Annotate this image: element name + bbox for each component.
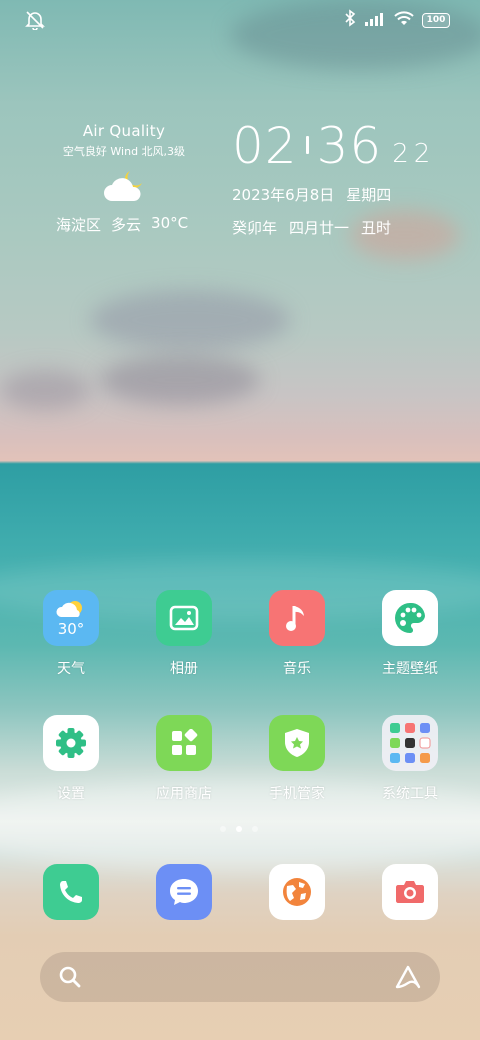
app-phone-manager[interactable]: 手机管家: [247, 715, 347, 803]
clock-date: 2023年6月8日: [232, 186, 335, 204]
wallpaper-cloud: [90, 290, 290, 350]
folder-icon: [382, 715, 438, 771]
dock-browser[interactable]: [269, 864, 325, 920]
app-label: 手机管家: [269, 786, 325, 802]
settings-gear-icon: [43, 715, 99, 771]
clock-second: 22: [392, 139, 436, 169]
app-label: 天气: [57, 661, 85, 677]
status-bar: 100: [0, 0, 480, 40]
clock-minute: 36: [316, 117, 383, 175]
assistant-icon[interactable]: [394, 964, 422, 994]
app-weather[interactable]: 30° 天气: [21, 590, 121, 678]
app-label: 主题壁纸: [382, 661, 438, 677]
weather-icon-temp: 30°: [57, 620, 85, 638]
lunar-hour: 丑时: [361, 219, 392, 237]
gallery-icon: [156, 590, 212, 646]
wifi-icon: [394, 10, 414, 30]
air-quality-title: Air Quality: [82, 122, 166, 140]
page-indicator: [220, 826, 258, 832]
security-shield-icon: [269, 715, 325, 771]
app-gallery[interactable]: 相册: [134, 590, 234, 678]
app-store-icon: [156, 715, 212, 771]
app-themes[interactable]: 主题壁纸: [360, 590, 460, 678]
weather-icon: 30°: [43, 590, 99, 646]
page-dot[interactable]: [252, 826, 258, 832]
clock-separator: [305, 136, 309, 154]
app-label: 设置: [57, 786, 85, 802]
weather-temperature: 30°C: [151, 214, 189, 232]
weather-district: 海淀区: [56, 216, 102, 234]
app-folder-system-tools[interactable]: 系统工具: [360, 715, 460, 803]
app-label: 应用商店: [156, 786, 212, 802]
music-icon: [269, 590, 325, 646]
clock-hour: 02: [232, 117, 298, 175]
lunar-year: 癸卯年: [232, 219, 278, 237]
dock-phone[interactable]: [43, 864, 99, 920]
app-settings[interactable]: 设置: [21, 715, 121, 803]
home-screen: 100 Air Quality 空气良好 Wind 北风,3级 海淀区 多云 3…: [0, 0, 480, 1040]
browser-globe-icon: [283, 878, 311, 906]
phone-icon: [60, 881, 82, 903]
search-icon[interactable]: [58, 965, 82, 993]
air-quality-subtitle: 空气良好 Wind 北风,3级: [62, 145, 186, 158]
bluetooth-icon: [344, 9, 356, 31]
search-bar[interactable]: [40, 952, 440, 1002]
clock-widget[interactable]: 02 36 22 2023年6月8日 星期四 癸卯年 四月廿一 丑时: [232, 118, 435, 238]
weather-widget[interactable]: Air Quality 空气良好 Wind 北风,3级 海淀区 多云 30°C: [44, 122, 204, 234]
app-music[interactable]: 音乐: [247, 590, 347, 678]
page-dot-active[interactable]: [236, 826, 242, 832]
cloudy-night-icon: [100, 167, 148, 207]
mute-icon: [24, 10, 48, 31]
app-store[interactable]: 应用商店: [134, 715, 234, 803]
dock-camera[interactable]: [382, 864, 438, 920]
clock-weekday: 星期四: [346, 186, 392, 204]
page-dot[interactable]: [220, 826, 226, 832]
theme-palette-icon: [382, 590, 438, 646]
app-label: 相册: [170, 661, 198, 677]
app-label: 系统工具: [382, 786, 438, 802]
dock-messages[interactable]: [156, 864, 212, 920]
camera-icon: [396, 881, 424, 903]
app-label: 音乐: [283, 661, 311, 677]
wallpaper-cloud: [0, 370, 90, 410]
lunar-date: 四月廿一: [289, 219, 350, 237]
weather-condition: 多云: [111, 216, 142, 234]
signal-icon: [364, 11, 386, 30]
message-icon: [170, 879, 198, 905]
wallpaper-cloud: [100, 355, 260, 405]
battery-indicator: 100: [422, 12, 450, 28]
